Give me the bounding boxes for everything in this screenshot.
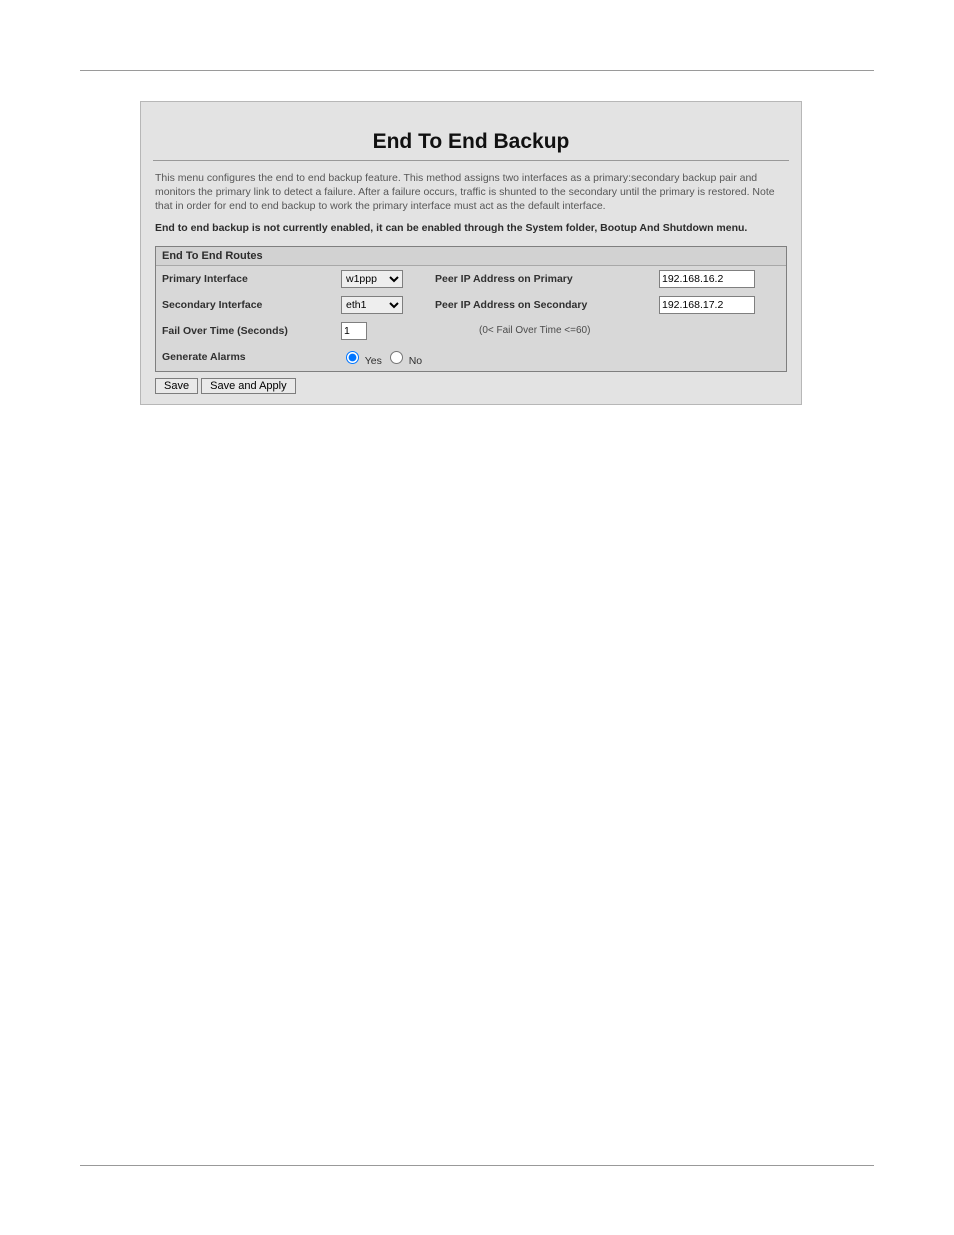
alarms-no-label: No [409,355,422,367]
enable-note: End to end backup is not currently enabl… [141,220,801,242]
alarms-yes-label: Yes [365,355,382,367]
primary-interface-label: Primary Interface [162,273,337,285]
primary-interface-select[interactable]: w1ppp [341,270,403,288]
alarms-yes-radio[interactable] [346,351,359,364]
alarms-no-radio[interactable] [390,351,403,364]
row-failover: Fail Over Time (Seconds) (0< Fail Over T… [156,318,786,344]
top-rule [80,70,874,71]
routes-header: End To End Routes [156,247,786,266]
failover-label: Fail Over Time (Seconds) [162,325,337,337]
failover-input[interactable] [341,322,367,340]
row-secondary-interface: Secondary Interface eth1 Peer IP Address… [156,292,786,318]
config-panel: End To End Backup This menu configures t… [140,101,802,405]
intro-text: This menu configures the end to end back… [141,167,801,220]
row-alarms: Generate Alarms Yes No [156,344,786,371]
save-apply-button[interactable]: Save and Apply [201,378,295,394]
secondary-interface-select[interactable]: eth1 [341,296,403,314]
failover-hint: (0< Fail Over Time <=60) [435,325,780,336]
page-title: End To End Backup [153,102,789,161]
peer-secondary-label: Peer IP Address on Secondary [435,299,655,311]
bottom-rule [80,1165,874,1166]
secondary-interface-label: Secondary Interface [162,299,337,311]
routes-table: End To End Routes Primary Interface w1pp… [155,246,787,372]
alarms-label: Generate Alarms [162,351,337,363]
button-row: Save Save and Apply [155,378,787,394]
peer-secondary-input[interactable] [659,296,755,314]
save-button[interactable]: Save [155,378,198,394]
peer-primary-input[interactable] [659,270,755,288]
peer-primary-label: Peer IP Address on Primary [435,273,655,285]
row-primary-interface: Primary Interface w1ppp Peer IP Address … [156,266,786,292]
